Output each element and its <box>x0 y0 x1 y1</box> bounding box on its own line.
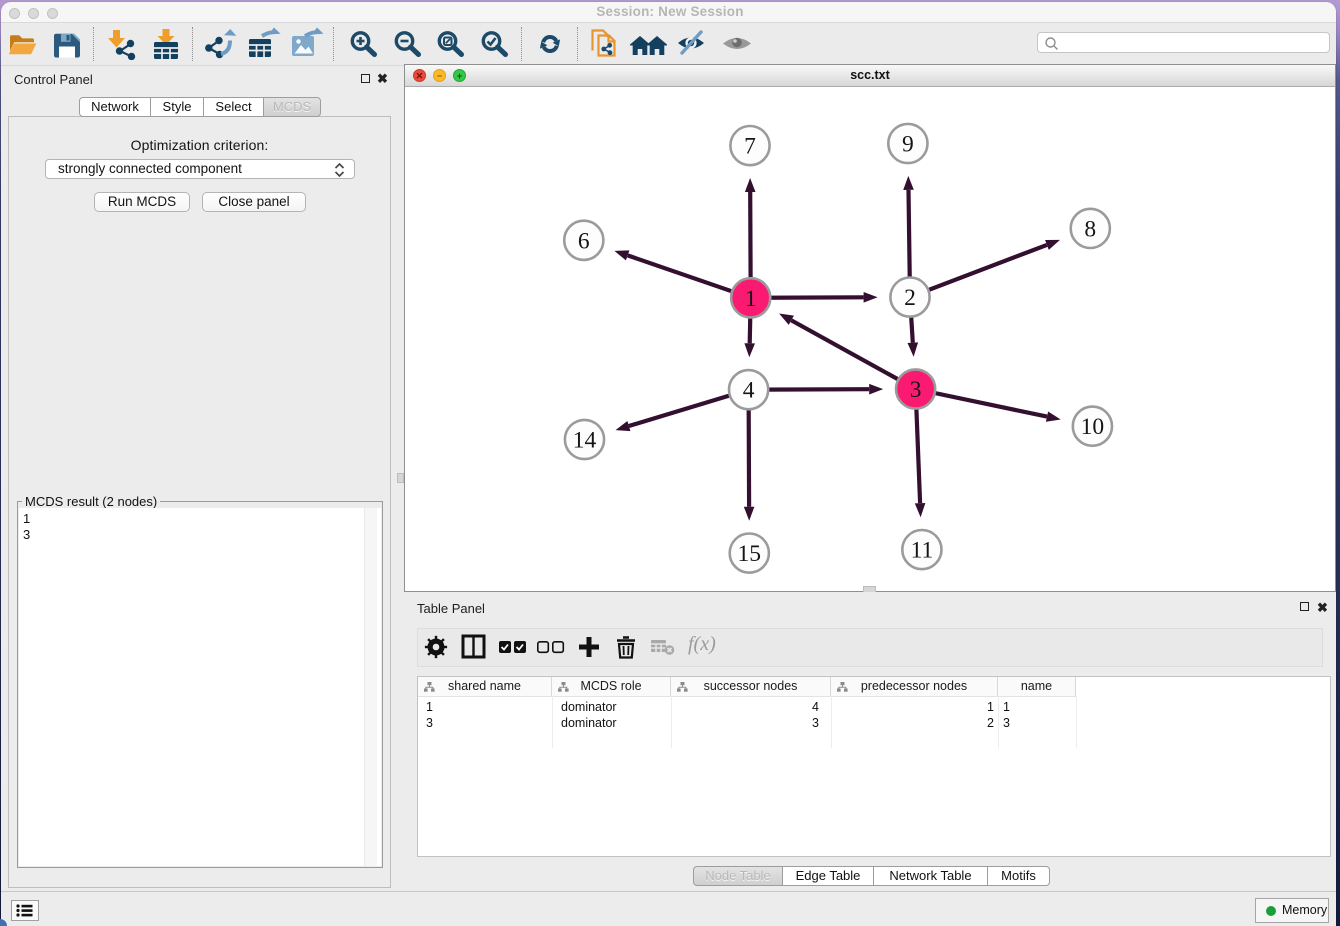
svg-text:6: 6 <box>578 228 590 254</box>
svg-text:7: 7 <box>744 134 756 160</box>
svg-text:10: 10 <box>1081 414 1105 440</box>
svg-text:14: 14 <box>573 428 597 454</box>
svg-text:8: 8 <box>1084 216 1096 242</box>
svg-text:15: 15 <box>738 541 762 567</box>
svg-text:9: 9 <box>902 132 914 158</box>
svg-text:1: 1 <box>745 286 757 312</box>
svg-text:4: 4 <box>743 378 755 404</box>
svg-text:11: 11 <box>911 538 934 564</box>
svg-text:2: 2 <box>904 285 916 311</box>
svg-text:3: 3 <box>910 377 922 403</box>
